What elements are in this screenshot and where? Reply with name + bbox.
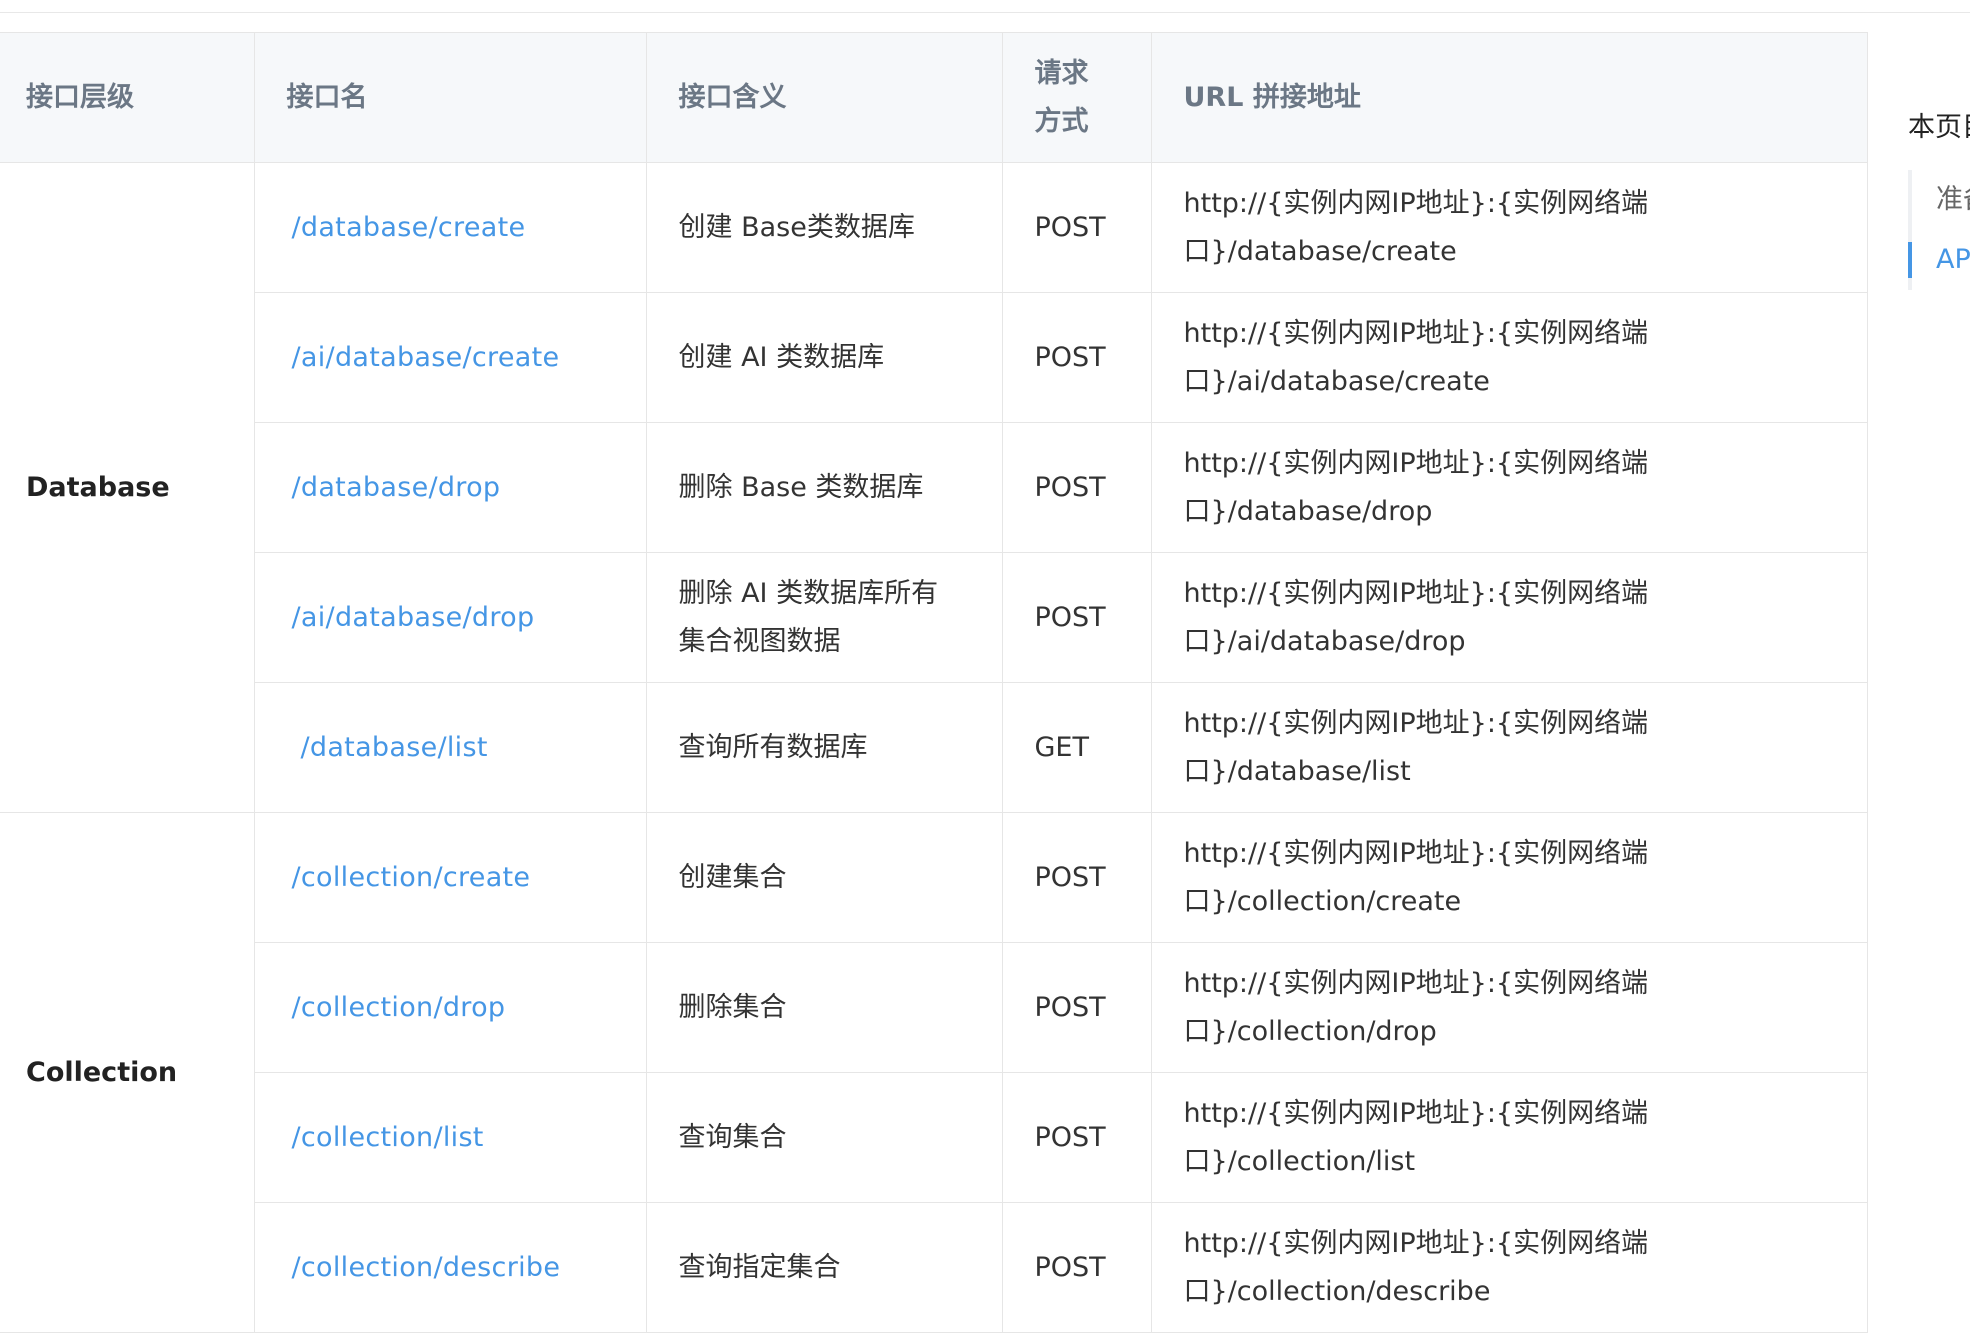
table-row: /database/list 查询所有数据库 GET http://{实例内网IP地址…: [0, 682, 1868, 813]
name-cell: /collection/list: [254, 1072, 647, 1203]
url-cell: http://{实例内网IP地址}:{实例网络端 口}/database/lis…: [1151, 682, 1868, 813]
name-cell: /database/create: [254, 162, 647, 293]
method-cell: POST: [1002, 292, 1152, 423]
name-cell: /collection/drop: [254, 942, 647, 1073]
method-cell: POST: [1002, 162, 1152, 293]
name-cell: /database/drop: [254, 422, 647, 553]
api-name-link[interactable]: /collection/describe: [292, 1252, 561, 1283]
meaning-cell: 查询集合: [646, 1072, 1003, 1203]
meaning-cell: 创建集合: [646, 812, 1003, 943]
api-name-link[interactable]: /collection/drop: [292, 992, 506, 1023]
method-cell: GET: [1002, 682, 1152, 813]
level-cell: Database: [0, 162, 255, 813]
table-row: Collection/collection/create 创建集合 POST http…: [0, 812, 1868, 1333]
table-header-row: 接口层级 接口名 接口含义 请求 方式 URL 拼接地址: [0, 32, 1868, 163]
method-cell: POST: [1002, 552, 1152, 683]
api-table: 接口层级 接口名 接口含义 请求 方式 URL 拼接地址 Database/da…: [0, 32, 1868, 1333]
name-cell: /ai/database/drop: [254, 552, 647, 683]
toc-list: 准备API: [1908, 170, 1970, 290]
meaning-cell: 删除 AI 类数据库所有 集合视图数据: [646, 552, 1003, 683]
api-name-link[interactable]: /collection/create: [292, 862, 531, 893]
meaning-cell: 创建 Base类数据库: [646, 162, 1003, 293]
top-divider: [0, 12, 1970, 13]
method-cell: POST: [1002, 942, 1152, 1073]
url-cell: http://{实例内网IP地址}:{实例网络端 口}/database/cre…: [1151, 162, 1868, 293]
header-method: 请求 方式: [1002, 32, 1152, 163]
level-cell: Collection: [0, 812, 255, 1333]
name-cell: /collection/create: [254, 812, 647, 943]
url-cell: http://{实例内网IP地址}:{实例网络端 口}/ai/database/…: [1151, 292, 1868, 423]
name-cell: /ai/database/create: [254, 292, 647, 423]
header-url: URL 拼接地址: [1151, 32, 1868, 163]
url-cell: http://{实例内网IP地址}:{实例网络端 口}/database/dro…: [1151, 422, 1868, 553]
table-body: Database/database/create 创建 Base类数据库 POST h…: [0, 162, 1868, 1333]
api-name-link[interactable]: /database/create: [292, 212, 526, 243]
name-cell: /collection/describe: [254, 1202, 647, 1333]
api-name-link[interactable]: /database/list: [301, 732, 488, 763]
url-cell: http://{实例内网IP地址}:{实例网络端 口}/collection/c…: [1151, 812, 1868, 943]
name-cell: /database/list: [254, 682, 647, 813]
meaning-cell: 创建 AI 类数据库: [646, 292, 1003, 423]
meaning-cell: 查询指定集合: [646, 1202, 1003, 1333]
url-cell: http://{实例内网IP地址}:{实例网络端 口}/collection/d…: [1151, 1202, 1868, 1333]
url-cell: http://{实例内网IP地址}:{实例网络端 口}/ai/database/…: [1151, 552, 1868, 683]
toc-item[interactable]: API: [1908, 230, 1970, 290]
table-row: /ai/database/create 创建 AI 类数据库 POST http://…: [0, 292, 1868, 423]
meaning-cell: 删除 Base 类数据库: [646, 422, 1003, 553]
api-name-link[interactable]: /collection/list: [292, 1122, 484, 1153]
method-cell: POST: [1002, 1202, 1152, 1333]
api-name-link[interactable]: /ai/database/drop: [292, 602, 535, 633]
page-toc: 本页目 准备API: [1908, 104, 1970, 290]
toc-item[interactable]: 准备: [1936, 170, 1970, 230]
table-row: Database/database/create 创建 Base类数据库 POST h…: [0, 162, 1868, 813]
table-row: /database/drop 删除 Base 类数据库 POST http://{实例…: [0, 422, 1868, 553]
api-name-link[interactable]: /database/drop: [292, 472, 501, 503]
meaning-cell: 删除集合: [646, 942, 1003, 1073]
header-name: 接口名: [254, 32, 647, 163]
table-row: /collection/describe 查询指定集合 POST http://{实例…: [0, 1202, 1868, 1333]
method-cell: POST: [1002, 1072, 1152, 1203]
header-meaning: 接口含义: [646, 32, 1003, 163]
api-name-link[interactable]: /ai/database/create: [292, 342, 560, 373]
method-cell: POST: [1002, 422, 1152, 553]
table-row: /collection/drop 删除集合 POST http://{实例内网IP地址…: [0, 942, 1868, 1073]
header-level: 接口层级: [0, 32, 255, 163]
url-cell: http://{实例内网IP地址}:{实例网络端 口}/collection/l…: [1151, 1072, 1868, 1203]
url-cell: http://{实例内网IP地址}:{实例网络端 口}/collection/d…: [1151, 942, 1868, 1073]
table-row: /collection/list 查询集合 POST http://{实例内网IP地址…: [0, 1072, 1868, 1203]
method-cell: POST: [1002, 812, 1152, 943]
table-row: /ai/database/drop 删除 AI 类数据库所有 集合视图数据 POST…: [0, 552, 1868, 683]
meaning-cell: 查询所有数据库: [646, 682, 1003, 813]
toc-title: 本页目: [1908, 112, 1970, 143]
